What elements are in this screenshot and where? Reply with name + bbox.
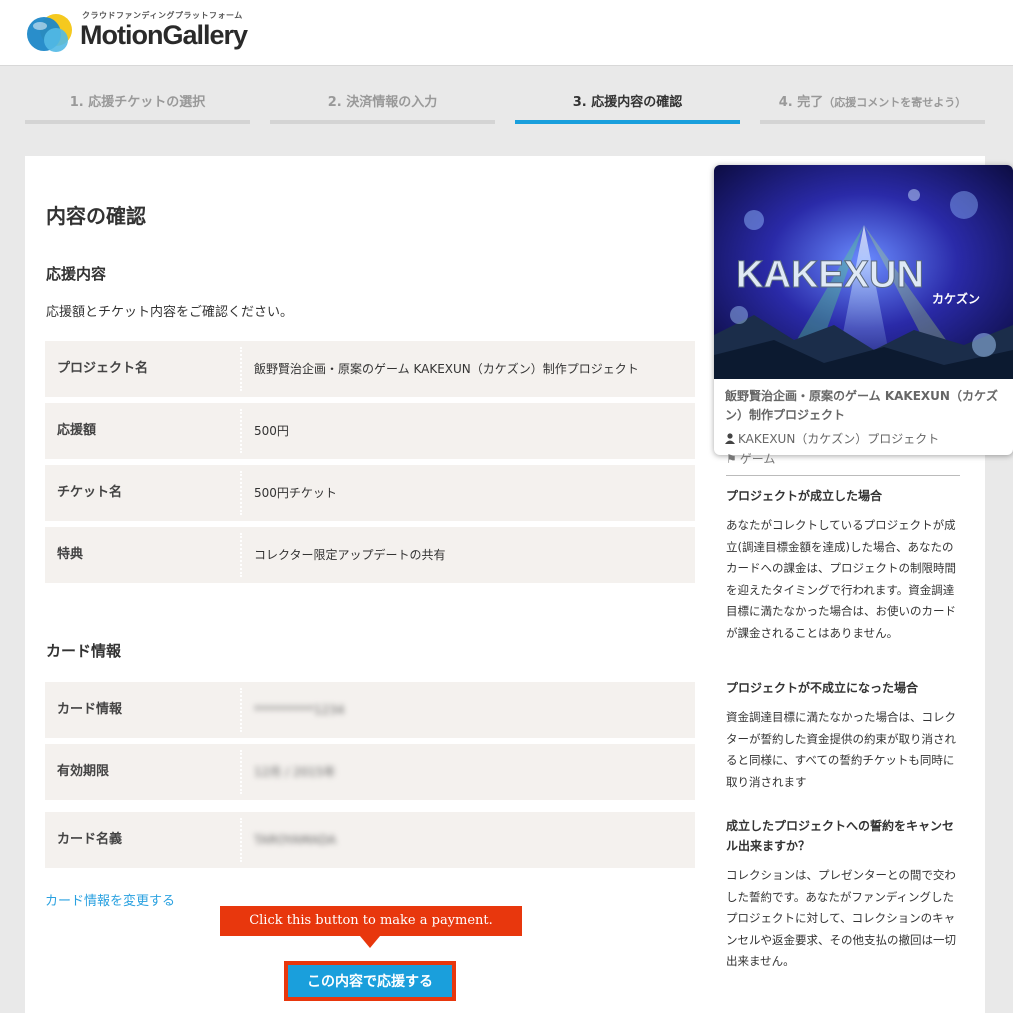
row-reward: 特典 コレクター限定アップデートの共有: [45, 527, 695, 583]
support-intro: 応援額とチケット内容をご確認ください。: [46, 305, 294, 320]
project-tag[interactable]: ⚑ ゲーム: [726, 450, 960, 476]
step-sublabel: （応援コメントを寄せよう）: [823, 96, 967, 109]
step-label: 4. 完了: [778, 95, 824, 110]
row-label: 応援額: [57, 423, 97, 438]
user-icon: [725, 433, 735, 444]
image-logo-text: KAKEXUN: [736, 254, 924, 296]
row-label: プロジェクト名: [57, 361, 149, 376]
row-value: 飯野賢治企画・原案のゲーム KAKEXUN（カケズン）制作プロジェクト: [254, 362, 639, 376]
row-amount: 応援額 500円: [45, 403, 695, 459]
row-divider: [240, 471, 242, 515]
page-title: 内容の確認: [46, 204, 146, 228]
step-label: 1. 応援チケットの選択: [69, 95, 206, 110]
support-section-title: 応援内容: [46, 265, 107, 283]
change-card-link[interactable]: カード情報を変更する: [45, 890, 175, 909]
card-section-title: カード情報: [46, 642, 122, 660]
project-card[interactable]: KAKEXUN カケズン 飯野賢治企画・原案のゲーム KAKEXUN（カケズン）…: [714, 165, 1013, 455]
row-divider: [240, 409, 242, 453]
row-project-name: プロジェクト名 飯野賢治企画・原案のゲーム KAKEXUN（カケズン）制作プロジ…: [45, 341, 695, 397]
row-value: **********1234: [254, 703, 345, 717]
tag-icon: ⚑: [726, 452, 737, 466]
project-card-title[interactable]: 飯野賢治企画・原案のゲーム KAKEXUN（カケズン）制作プロジェクト: [725, 387, 1007, 425]
checkout-steps: 1. 応援チケットの選択 2. 決済情報の入力 3. 応援内容の確認 4. 完了…: [25, 86, 985, 126]
row-divider: [240, 533, 242, 577]
row-label: 特典: [57, 547, 84, 562]
site-logo[interactable]: クラウドファンディングプラットフォーム MotionGallery: [26, 8, 266, 58]
callout-arrow: [360, 936, 380, 948]
image-logo-kana: カケズン: [932, 291, 980, 306]
row-card-holder: カード名義 TAROYAMADA: [45, 812, 695, 868]
row-value: 12月 / 2015年: [254, 765, 336, 779]
row-divider: [240, 688, 242, 732]
faq-question: プロジェクトが不成立になった場合: [726, 681, 919, 695]
row-label: カード名義: [57, 832, 123, 847]
row-value: 500円: [254, 424, 289, 438]
submit-support-button[interactable]: この内容で応援する: [284, 961, 456, 1001]
project-owner-name: KAKEXUN（カケズン）プロジェクト: [738, 432, 940, 446]
faq-answer: コレクションは、プレゼンターとの間で交わした誓約です。あなたがファンディングした…: [726, 868, 956, 968]
row-divider: [240, 750, 242, 794]
faq-success: プロジェクトが成立した場合 あなたがコレクトしているプロジェクトが成立(調達目標…: [726, 486, 962, 644]
row-value: 500円チケット: [254, 486, 337, 500]
step-complete: 4. 完了（応援コメントを寄せよう）: [760, 86, 985, 124]
payment-callout: Click this button to make a payment.: [220, 906, 522, 936]
step-label: 2. 決済情報の入力: [327, 95, 438, 110]
project-owner[interactable]: KAKEXUN（カケズン）プロジェクト: [725, 430, 939, 447]
row-label: カード情報: [57, 702, 123, 717]
site-header: クラウドファンディングプラットフォーム MotionGallery: [0, 0, 1013, 66]
step-label: 3. 応援内容の確認: [572, 95, 683, 110]
project-image: KAKEXUN カケズン: [714, 165, 1013, 379]
step-payment-info: 2. 決済情報の入力: [270, 86, 495, 124]
row-ticket-name: チケット名 500円チケット: [45, 465, 695, 521]
row-label: チケット名: [57, 485, 123, 500]
logo-text: MotionGallery: [80, 20, 248, 50]
row-value: TAROYAMADA: [254, 833, 337, 847]
logo-mark-icon: [27, 14, 72, 52]
faq-cancel: 成立したプロジェクトへの誓約をキャンセル出来ますか？ コレクションは、プレゼンタ…: [726, 816, 962, 973]
row-divider: [240, 347, 242, 391]
project-tag-label: ゲーム: [739, 452, 776, 466]
faq-question: 成立したプロジェクトへの誓約をキャンセル出来ますか？: [726, 819, 955, 853]
faq-question: プロジェクトが成立した場合: [726, 489, 883, 503]
row-card-number: カード情報 **********1234: [45, 682, 695, 738]
step-confirm: 3. 応援内容の確認: [515, 86, 740, 124]
row-divider: [240, 818, 242, 862]
step-select-ticket: 1. 応援チケットの選択: [25, 86, 250, 124]
row-expiry: 有効期限 12月 / 2015年: [45, 744, 695, 800]
row-value: コレクター限定アップデートの共有: [254, 548, 446, 562]
faq-answer: 資金調達目標に満たなかった場合は、コレクターが誓約した資金提供の約束が取り消され…: [726, 710, 956, 789]
row-label: 有効期限: [57, 764, 110, 779]
faq-answer: あなたがコレクトしているプロジェクトが成立(調達目標金額を達成)した場合、あなた…: [726, 518, 956, 640]
faq-failure: プロジェクトが不成立になった場合 資金調達目標に満たなかった場合は、コレクターが…: [726, 678, 962, 793]
